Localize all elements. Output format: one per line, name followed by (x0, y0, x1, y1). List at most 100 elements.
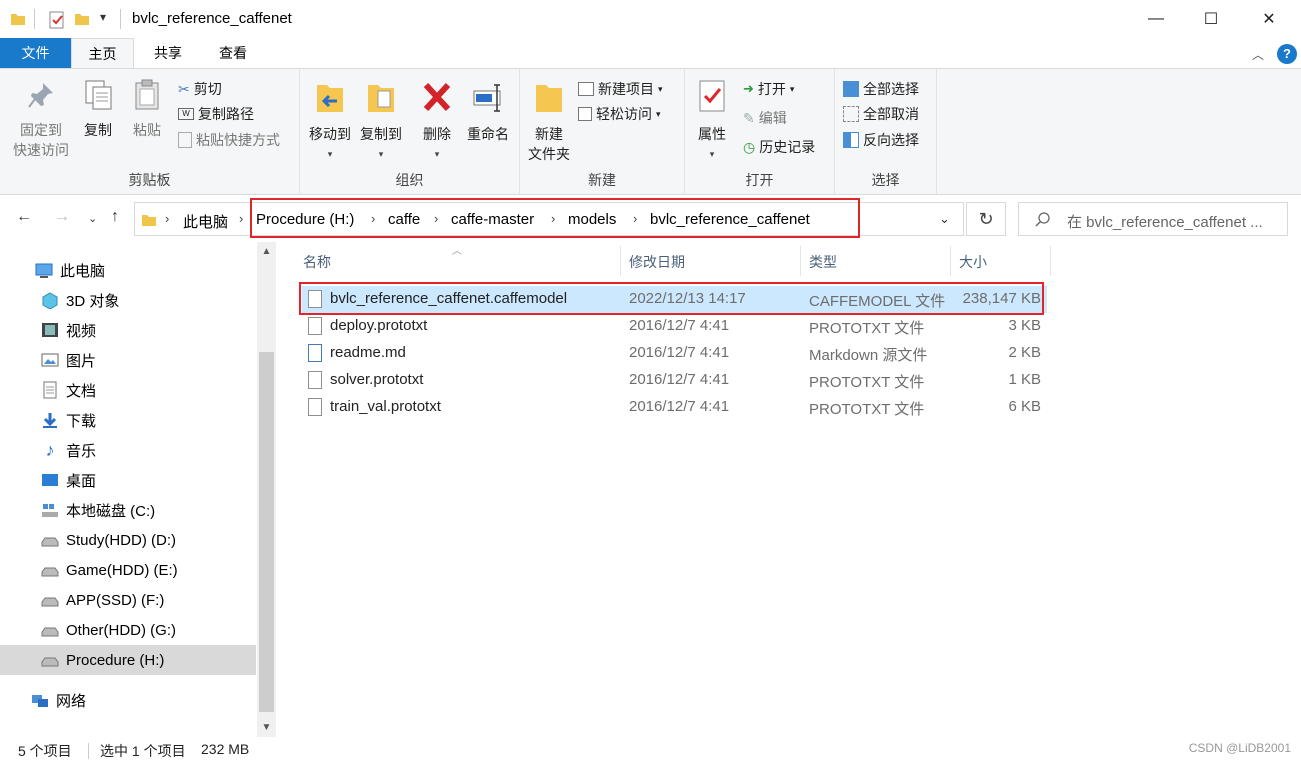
move-to-button[interactable]: 移动到 ▾ (304, 79, 356, 164)
3d-objects-icon (42, 292, 58, 309)
column-divider[interactable] (800, 246, 801, 276)
copy-to-icon (368, 85, 394, 112)
drive-icon (41, 657, 59, 667)
refresh-icon: ↻ (978, 208, 994, 229)
nav-item-desktop[interactable]: 桌面 (0, 465, 256, 495)
tab-view[interactable]: 查看 (202, 38, 264, 68)
edit-button[interactable]: ✎ 编辑 (743, 106, 787, 130)
copy-path-button[interactable]: W 复制路径 (178, 102, 254, 126)
address-highlight-box (250, 198, 860, 238)
nav-item-drive-c[interactable]: 本地磁盘 (C:) (0, 495, 256, 525)
search-box[interactable]: 在 bvlc_reference_caffenet ... (1018, 202, 1288, 236)
file-row[interactable]: deploy.prototxt 2016/12/7 4:41 PROTOTXT … (302, 313, 1047, 340)
nav-item-videos[interactable]: 视频 (0, 315, 256, 345)
markdown-file-icon (308, 344, 322, 362)
back-icon[interactable]: ← (16, 208, 32, 226)
column-divider[interactable] (620, 246, 621, 276)
clipboard-group: 固定到 快速访问 复制 粘贴 ✂ 剪切 W 复制路径 粘贴快捷方式 剪贴板 (0, 69, 300, 194)
select-label: 选择 (871, 172, 900, 188)
properties-quick-icon[interactable] (48, 11, 66, 29)
system-drive-icon (42, 504, 58, 517)
column-header-type[interactable]: 类型 (809, 252, 837, 272)
help-icon[interactable]: ? (1277, 44, 1297, 64)
file-name: solver.prototxt (330, 371, 424, 388)
move-to-icon (317, 85, 343, 112)
refresh-button[interactable]: ↻ (966, 202, 1006, 236)
properties-icon (699, 80, 725, 112)
nav-item-drive-f[interactable]: APP(SSD) (F:) (0, 585, 256, 615)
pin-quick-access-button[interactable]: 固定到 快速访问 (6, 79, 76, 160)
chevron-down-icon: ▾ (789, 83, 795, 94)
recent-locations-icon[interactable]: ⌄ (88, 212, 97, 225)
breadcrumb-this-pc[interactable]: 此电脑 (183, 211, 228, 232)
minimize-button[interactable]: — (1133, 0, 1179, 38)
copy-icon (85, 80, 112, 110)
new-folder-button[interactable]: 新建 文件夹 (524, 79, 574, 164)
select-none-button[interactable]: 全部取消 (843, 102, 919, 126)
file-size: 3 KB (1008, 317, 1041, 334)
customize-quick-access-icon[interactable]: ▾ (100, 10, 106, 24)
title-bar: ▾ bvlc_reference_caffenet — ☐ ✕ (0, 0, 1301, 38)
rename-button[interactable]: 重命名 (462, 79, 514, 144)
file-row[interactable]: solver.prototxt 2016/12/7 4:41 PROTOTXT … (302, 367, 1047, 394)
collapse-ribbon-icon[interactable]: ︿ (1252, 46, 1264, 63)
nav-scrollbar[interactable]: ▲ ▼ (257, 242, 276, 737)
easy-access-button[interactable]: 轻松访问 ▾ (578, 102, 661, 126)
up-icon[interactable]: ↑ (111, 208, 119, 226)
file-type: PROTOTXT 文件 (809, 374, 925, 391)
new-folder-quick-icon[interactable] (74, 11, 90, 27)
tab-share[interactable]: 共享 (138, 38, 198, 68)
maximize-button[interactable]: ☐ (1188, 0, 1234, 38)
column-divider[interactable] (1050, 246, 1051, 276)
scroll-thumb[interactable] (259, 352, 274, 712)
nav-item-documents[interactable]: 文档 (0, 375, 256, 405)
column-header-name[interactable]: 名称 (303, 252, 331, 272)
history-button[interactable]: ◷ 历史记录 (743, 135, 815, 159)
file-row[interactable]: train_val.prototxt 2016/12/7 4:41 PROTOT… (302, 394, 1047, 421)
nav-item-drive-h[interactable]: Procedure (H:) (0, 645, 256, 675)
nav-item-downloads[interactable]: 下载 (0, 405, 256, 435)
nav-item-drive-e[interactable]: Game(HDD) (E:) (0, 555, 256, 585)
tab-home[interactable]: 主页 (71, 38, 134, 68)
folder-icon[interactable] (10, 11, 26, 27)
divider (120, 9, 121, 29)
chevron-right-icon[interactable]: › (165, 211, 169, 226)
open-group: 属性 ▾ ➜ 打开 ▾ ✎ 编辑 ◷ 历史记录 打开 (685, 69, 835, 194)
chevron-right-icon[interactable]: › (239, 211, 243, 226)
new-item-button[interactable]: 新建项目 ▾ (578, 77, 663, 101)
nav-item-this-pc[interactable]: 此电脑 (0, 255, 256, 285)
pc-icon (35, 263, 53, 278)
organize-group: 移动到 ▾ 复制到 ▾ 删除 ▾ 重命名 组织 (300, 69, 520, 194)
nav-item-3d-objects[interactable]: 3D 对象 (0, 285, 256, 315)
nav-item-drive-d[interactable]: Study(HDD) (D:) (0, 525, 256, 555)
column-header-date[interactable]: 修改日期 (629, 252, 685, 272)
column-divider[interactable] (950, 246, 951, 276)
nav-item-drive-g[interactable]: Other(HDD) (G:) (0, 615, 256, 645)
paste-button[interactable]: 粘贴 (127, 79, 167, 140)
nav-item-music[interactable]: ♪ 音乐 (0, 435, 256, 465)
easy-access-icon (578, 107, 592, 121)
selection-count: 选中 1 个项目 (100, 743, 186, 759)
address-dropdown-icon[interactable]: ⌄ (939, 211, 950, 227)
divider (88, 743, 89, 759)
open-button[interactable]: ➜ 打开 ▾ (743, 77, 794, 101)
nav-item-network[interactable]: 网络 (0, 685, 256, 715)
forward-icon[interactable]: → (54, 208, 70, 226)
delete-button[interactable]: 删除 ▾ (418, 79, 456, 164)
close-button[interactable]: ✕ (1246, 0, 1292, 38)
paste-shortcut-button[interactable]: 粘贴快捷方式 (178, 128, 280, 152)
file-row[interactable]: readme.md 2016/12/7 4:41 Markdown 源文件 2 … (302, 340, 1047, 367)
drive-icon (41, 567, 59, 577)
column-header-size[interactable]: 大小 (959, 252, 987, 272)
copy-button[interactable]: 复制 (78, 79, 118, 140)
properties-button[interactable]: 属性 ▾ (691, 79, 733, 164)
cut-button[interactable]: ✂ 剪切 (178, 77, 222, 101)
scroll-down-icon[interactable]: ▼ (257, 722, 276, 733)
file-size: 1 KB (1008, 371, 1041, 388)
select-all-button[interactable]: 全部选择 (843, 77, 919, 101)
copy-to-button[interactable]: 复制到 ▾ (356, 79, 406, 164)
invert-selection-button[interactable]: 反向选择 (843, 128, 919, 152)
tab-file[interactable]: 文件 (0, 38, 71, 68)
nav-item-pictures[interactable]: 图片 (0, 345, 256, 375)
scroll-up-icon[interactable]: ▲ (257, 246, 276, 257)
